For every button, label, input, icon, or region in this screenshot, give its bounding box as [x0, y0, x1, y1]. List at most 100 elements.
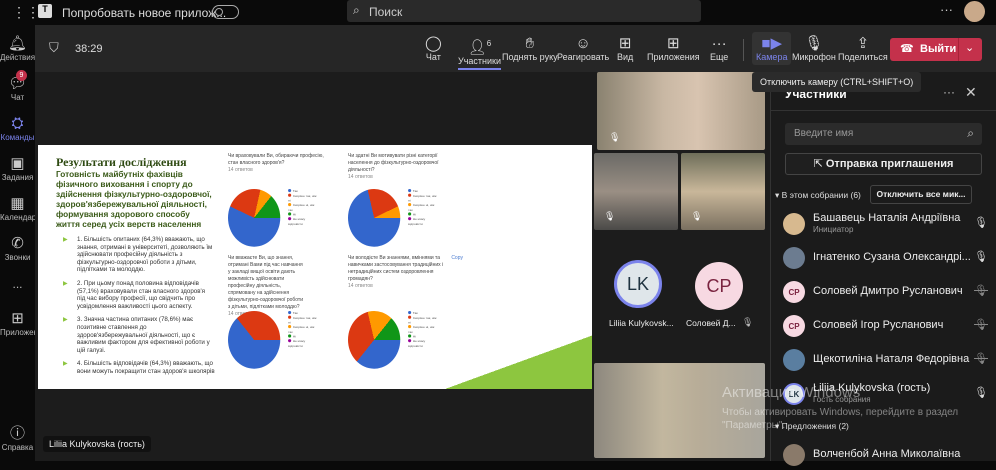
close-icon[interactable]: ✕ — [965, 84, 977, 101]
more-icon: ··· — [711, 35, 727, 52]
mic-off-icon: 🎙︎ — [742, 317, 754, 327]
bullet: ▶ 3. Значна частина опитаних (78,6%) має … — [63, 316, 210, 354]
mic-icon[interactable]: 🎙︎ — [974, 250, 988, 263]
divider — [743, 39, 744, 61]
invite-button[interactable]: ⇱ Отправка приглашения — [785, 153, 982, 175]
legend-item: Скоріше так, ніж ні — [288, 193, 317, 203]
legend-item: Не можу відповісти — [408, 339, 426, 348]
mic-button[interactable]: 🎙︎ Микрофон — [792, 35, 836, 62]
avatar-lk[interactable]: LK — [614, 260, 662, 308]
share-button[interactable]: ⇪ Поделиться — [838, 35, 888, 62]
rail-label: Справка — [1, 443, 34, 452]
mic-off-icon[interactable]: 🎙︎ — [974, 284, 988, 297]
participant-row[interactable]: CP Соловей Ігор Русланович 🎙︎ — [783, 311, 988, 341]
rail-more[interactable]: ... — [0, 277, 35, 291]
avatar-cp[interactable]: CP — [695, 262, 743, 310]
share-icon: ⇪ — [856, 35, 870, 52]
camera-button[interactable]: ■▶ Камера — [752, 32, 792, 65]
leave-button[interactable]: ☎ Выйти ⌄ — [890, 38, 982, 61]
rail-assignments[interactable]: ▣ Задания — [0, 155, 35, 182]
chevron-down-icon[interactable]: ⌄ — [965, 41, 974, 54]
participant-search-input[interactable]: Введите имя ⌕ — [785, 123, 982, 145]
user-avatar[interactable] — [964, 1, 985, 22]
more-icon: ... — [12, 277, 23, 291]
people-icon: 👤︎6 — [467, 39, 492, 56]
participant-row[interactable]: Ігнатенко Сузана Олександрі... 🎙︎ — [783, 243, 988, 273]
view-button[interactable]: ⊞ Вид — [617, 35, 633, 62]
suggested-participant[interactable]: Волченбой Анна Миколаївна — [783, 440, 988, 470]
legend-item: Скоріше так, ніж ні — [288, 315, 317, 325]
participant-row[interactable]: Башавець Наталія Андріївна Инициатор 🎙︎ — [783, 209, 988, 239]
shield-icon: ⛉ — [49, 40, 59, 55]
help-icon: ⓘ — [9, 425, 25, 442]
phone-icon: ✆ — [11, 235, 24, 252]
slide-bullets: ▶ 1. Більшість опитаних (64,3%) вважають,… — [63, 236, 215, 376]
legend-item: Скоріше ні, ніж так — [288, 325, 315, 334]
participant-name: Соловей Ігор Русланович — [813, 319, 944, 331]
camera-tooltip: Отключить камеру (CTRL+SHIFT+O) — [752, 72, 922, 92]
mic-off-icon[interactable]: 🎙︎ — [974, 352, 988, 365]
more-icon[interactable]: ··· — [943, 85, 955, 99]
survey-chart: Чи володієте Ви знаннями, вміннями та на… — [348, 255, 463, 369]
legend-item: Не можу відповісти — [288, 339, 306, 348]
chart-question: Чи володієте Ви знаннями, вміннями та на… — [348, 255, 444, 282]
bell-icon: 🔔︎ — [7, 35, 28, 52]
promo-text: Попробовать новое прилож... — [62, 6, 227, 20]
video-tile-2[interactable]: 🎙︎ — [594, 153, 678, 230]
mic-icon[interactable]: 🎙︎ — [974, 216, 988, 229]
avatar — [783, 349, 805, 371]
tile-name-lk: Liliia Kulykovsk... — [609, 318, 674, 328]
rail-help[interactable]: ⓘ Справка — [0, 425, 35, 452]
rail-label: Чат — [10, 93, 25, 102]
participant-row[interactable]: Щекотиліна Наталя Федорівна 🎙︎ — [783, 345, 988, 375]
video-tile-3[interactable]: 🎙︎ — [681, 153, 765, 230]
meeting-timer: 38:29 — [75, 43, 103, 55]
rail-label: Приложен... — [0, 328, 35, 337]
mic-icon: 🎙︎ — [804, 35, 824, 52]
label: Еще — [710, 52, 729, 62]
participants-panel: Участники ··· ✕ Введите имя ⌕ ⇱ Отправка… — [770, 72, 996, 466]
participants-button[interactable]: 👤︎6 Участники — [458, 35, 501, 70]
mic-icon[interactable]: 🎙︎ — [974, 386, 988, 399]
calendar-icon: ▦ — [10, 195, 25, 212]
pie-chart — [348, 189, 401, 247]
rail-apps[interactable]: ⊞Приложен... — [0, 310, 35, 337]
meeting-toolbar: ⛉ 38:29 ◯ Чат 👤︎6 Участники ✋︎ Поднять руку… — [35, 25, 996, 72]
hangup-icon: ☎ — [900, 43, 914, 55]
chart-responses: 14 ответов — [228, 167, 253, 173]
legend-item: Скоріше ні, ніж так — [288, 203, 315, 212]
search-bar[interactable]: ⌕ Поиск — [347, 0, 701, 22]
title-bar: ⋮⋮ T Попробовать новое прилож... ⌕ Поиск… — [0, 0, 996, 25]
copy-button[interactable]: Copy — [451, 255, 463, 261]
mute-all-button[interactable]: Отключить все мик... — [870, 185, 972, 204]
rail-teams[interactable]: ⛭ Команды — [0, 115, 35, 142]
rail-calls[interactable]: ✆ Звонки — [0, 235, 35, 262]
avatar — [783, 213, 805, 235]
mic-off-icon[interactable]: 🎙︎ — [974, 318, 988, 331]
bullet: ▶ 2. При цьому понад половина відповідачі… — [63, 279, 206, 310]
tile-name-cp: Соловей Д... — [686, 318, 736, 328]
label: Поднять руку — [502, 52, 558, 62]
raise-hand-button[interactable]: ✋︎ Поднять руку — [502, 35, 558, 62]
rail-calendar[interactable]: ▦Календарь — [0, 195, 35, 222]
in-meeting-section[interactable]: ▾ В этом собрании (6) — [775, 190, 861, 201]
rail-label: Действия — [0, 53, 35, 62]
avatar: CP — [783, 281, 805, 303]
chart-responses: 14 ответов — [348, 283, 373, 289]
participant-name: Башавець Наталія Андріївна — [813, 212, 961, 224]
label: Приложения — [647, 52, 700, 62]
participant-row[interactable]: CP Соловей Дмитро Русланович 🎙︎ — [783, 277, 988, 307]
more-button[interactable]: ··· Еще — [710, 35, 728, 62]
apps-button[interactable]: ⊞ Приложения — [647, 35, 700, 62]
new-app-toggle[interactable] — [212, 5, 239, 19]
legend-item: Скоріше так, ніж ні — [408, 315, 437, 325]
rail-activity[interactable]: 🔔︎ Действия — [0, 35, 35, 62]
video-tile-bashavets[interactable]: 🎙︎ — [597, 72, 765, 150]
rail-label: Календарь — [0, 213, 35, 222]
chat-button[interactable]: ◯ Чат — [425, 35, 442, 62]
more-icon[interactable]: ··· — [940, 2, 953, 17]
react-button[interactable]: ☺ Реагировать — [557, 35, 609, 62]
apps-icon: ⊞ — [11, 310, 24, 327]
app-grid-icon[interactable]: ⋮⋮ — [12, 4, 40, 21]
rail-label: Задания — [1, 173, 34, 182]
